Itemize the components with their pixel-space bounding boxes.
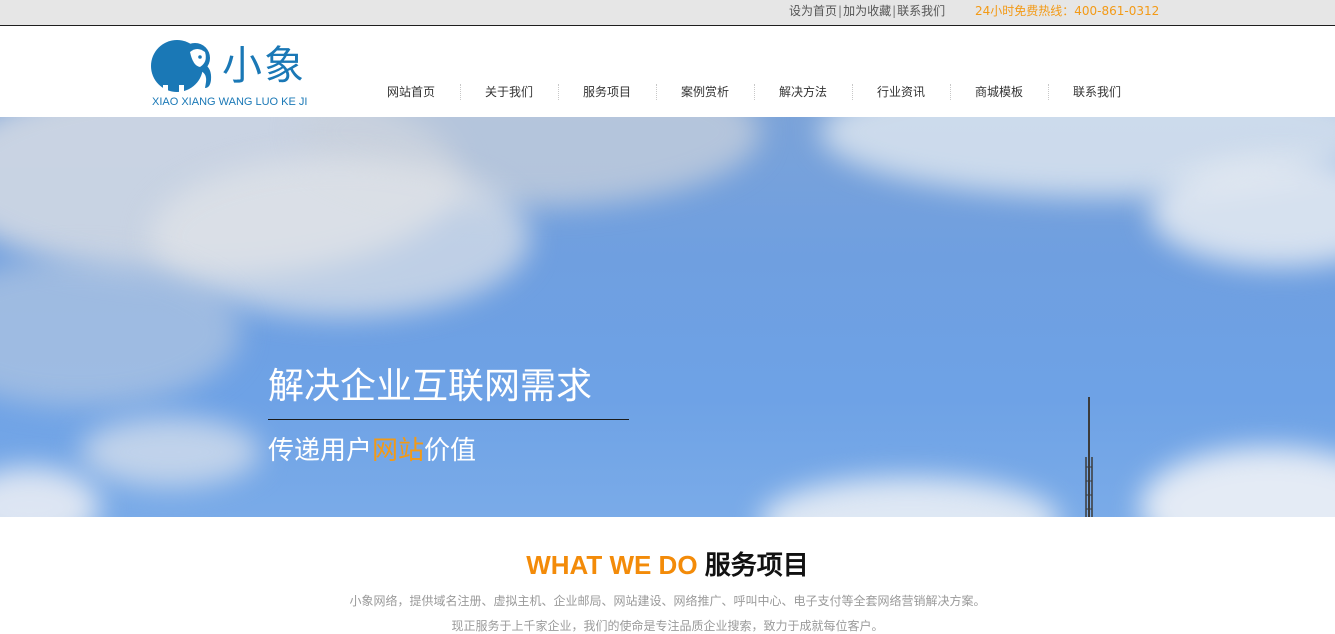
nav-item-news[interactable]: 行业资讯 bbox=[852, 81, 950, 103]
set-homepage-link[interactable]: 设为首页 bbox=[789, 4, 837, 18]
hero-subline-post: 价值 bbox=[424, 436, 477, 466]
hero-subline-accent: 网站 bbox=[372, 436, 425, 466]
contact-us-link[interactable]: 联系我们 bbox=[897, 4, 945, 18]
nav-item-home[interactable]: 网站首页 bbox=[362, 81, 460, 103]
nav-item-contact[interactable]: 联系我们 bbox=[1048, 81, 1146, 103]
site-header: 小象 XIAO XIANG WANG LUO KE JI 网站首页 关于我们 服… bbox=[0, 27, 1335, 117]
top-utility-bar: 设为首页|加为收藏|联系我们 24小时免费热线：400-861-0312 bbox=[0, 0, 1335, 26]
logo-subtitle: XIAO XIANG WANG LUO KE JI bbox=[152, 96, 308, 108]
nav-item-services[interactable]: 服务项目 bbox=[558, 81, 656, 103]
cloud-shape bbox=[1140, 447, 1335, 517]
elephant-icon bbox=[151, 40, 212, 94]
cloud-shape bbox=[0, 467, 100, 517]
services-title-cn: 服务项目 bbox=[704, 550, 809, 580]
nav-item-about[interactable]: 关于我们 bbox=[460, 81, 558, 103]
nav-item-solutions[interactable]: 解决方法 bbox=[754, 81, 852, 103]
hero-banner: 解决企业互联网需求 传递用户网站价值 bbox=[0, 117, 1335, 517]
logo-name: 小象 bbox=[222, 43, 306, 89]
hero-headline: 解决企业互联网需求 bbox=[268, 366, 593, 407]
antenna-tower-icon bbox=[1085, 397, 1093, 517]
nav-item-templates[interactable]: 商城模板 bbox=[950, 81, 1048, 103]
main-nav: 网站首页 关于我们 服务项目 案例赏析 解决方法 行业资讯 商城模板 联系我们 bbox=[362, 80, 1146, 104]
site-logo[interactable]: 小象 XIAO XIANG WANG LUO KE JI bbox=[150, 38, 330, 110]
hotline-text: 24小时免费热线：400-861-0312 bbox=[975, 4, 1160, 18]
nav-item-cases[interactable]: 案例赏析 bbox=[656, 81, 754, 103]
hero-divider bbox=[268, 419, 629, 420]
services-section: WHAT WE DO 服务项目 小象网络，提供域名注册、虚拟主机、企业邮局、网站… bbox=[0, 517, 1335, 633]
top-links: 设为首页|加为收藏|联系我们 bbox=[789, 4, 945, 18]
hero-subline: 传递用户网站价值 bbox=[268, 433, 476, 469]
add-favorite-link[interactable]: 加为收藏 bbox=[843, 4, 891, 18]
cloud-shape bbox=[80, 417, 260, 487]
services-title-en: WHAT WE DO bbox=[526, 550, 698, 580]
cloud-shape bbox=[760, 477, 1060, 517]
hero-subline-pre: 传递用户 bbox=[268, 436, 373, 466]
services-title: WHAT WE DO 服务项目 bbox=[0, 548, 1335, 582]
services-description-line2: 现正服务于上千家企业，我们的使命是专注品质企业搜索，致力于成就每位客户。 bbox=[451, 619, 884, 633]
services-description-line1: 小象网络，提供域名注册、虚拟主机、企业邮局、网站建设、网络推广、呼叫中心、电子支… bbox=[349, 594, 986, 608]
